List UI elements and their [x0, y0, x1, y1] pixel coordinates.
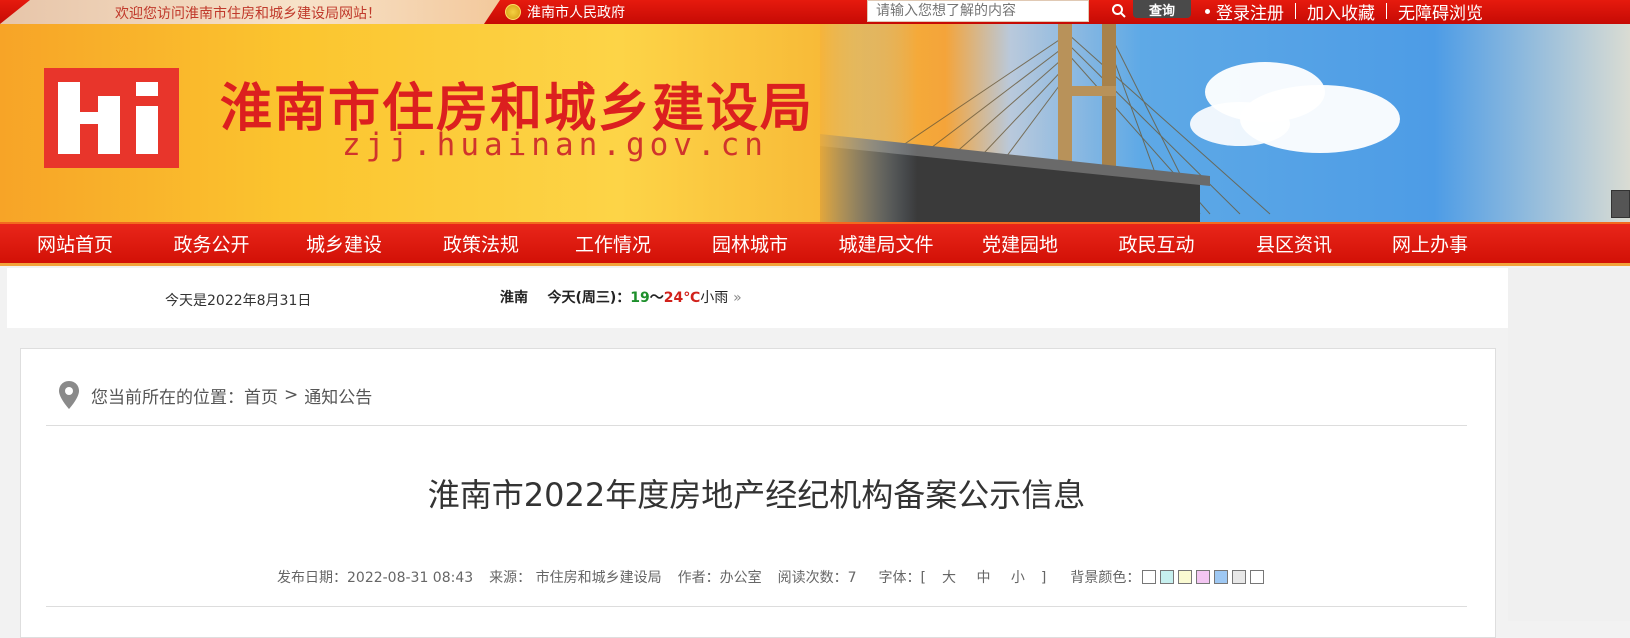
article-author: 作者：办公室 [677, 570, 762, 586]
article-title: 淮南市2022年度房地产经纪机构备案公示信息 [427, 476, 1086, 514]
font-small-link[interactable]: 小 [1011, 570, 1025, 586]
divider [46, 425, 1467, 426]
nav-item-interaction[interactable]: 政民互动 [1089, 230, 1224, 257]
font-medium-link[interactable]: 中 [976, 570, 990, 586]
bg-swatch[interactable] [1142, 570, 1157, 584]
divider [46, 606, 1467, 607]
search-button[interactable]: 查询 [1133, 0, 1191, 19]
breadcrumb-separator: > [284, 385, 299, 405]
weather-high: 24℃ [663, 290, 701, 306]
location-pin-icon [59, 381, 79, 409]
info-bar: 今天是2022年8月31日 淮南 今天(周三)：19～24℃小雨 » [7, 268, 1508, 328]
login-register-link[interactable]: 登录注册 [1216, 0, 1284, 24]
national-emblem-icon [505, 4, 521, 20]
bg-swatch[interactable] [1232, 570, 1247, 584]
read-count: 阅读次数：7 [777, 570, 857, 586]
divider [1295, 3, 1296, 19]
divider [1386, 3, 1387, 19]
bg-swatch[interactable] [1178, 570, 1193, 584]
bridge-image [820, 24, 1630, 222]
weather-city: 淮南 [500, 290, 528, 306]
accessibility-link[interactable]: 无障碍浏览 [1398, 0, 1483, 24]
nav-item-garden-city[interactable]: 园林城市 [679, 230, 821, 257]
weather-today: 今天(周三)： [547, 290, 631, 306]
nav-item-home[interactable]: 网站首页 [0, 230, 150, 257]
nav-item-policies[interactable]: 政策法规 [415, 230, 547, 257]
bg-swatch[interactable] [1214, 570, 1229, 584]
breadcrumb-current[interactable]: 通知公告 [304, 383, 372, 408]
publish-date: 发布日期：2022-08-31 08:43 [277, 570, 474, 586]
breadcrumb-prefix: 您当前所在的位置： [91, 387, 244, 408]
bg-color-swatches [1142, 570, 1265, 584]
nav-item-bureau-docs[interactable]: 城建局文件 [821, 230, 951, 257]
bg-color-label: 背景颜色： [1070, 570, 1141, 586]
header-banner: 淮南市住房和城乡建设局 zjj.huainan.gov.cn [0, 24, 1630, 222]
article-meta: 发布日期：2022-08-31 08:43 来源： 市住房和城乡建设局 作者：办… [277, 567, 1265, 587]
font-large-link[interactable]: 大 [942, 570, 956, 586]
site-domain: zjj.huainan.gov.cn [342, 127, 768, 163]
nav-item-party[interactable]: 党建园地 [951, 230, 1089, 257]
nav-item-online-service[interactable]: 网上办事 [1364, 230, 1496, 257]
bg-swatch[interactable] [1196, 570, 1211, 584]
article-source: 来源： 市住房和城乡建设局 [489, 570, 662, 586]
weather-low: 19 [630, 290, 650, 306]
bullet-icon [1205, 8, 1210, 14]
main-nav: 网站首页 政务公开 城乡建设 政策法规 工作情况 园林城市 城建局文件 党建园地… [0, 222, 1630, 266]
today-date: 今天是2022年8月31日 [165, 293, 312, 309]
gov-link-label: 淮南市人民政府 [527, 5, 625, 21]
add-favorite-link[interactable]: 加入收藏 [1307, 0, 1375, 24]
welcome-text: 欢迎您访问淮南市住房和城乡建设局网站！ [115, 6, 381, 22]
nav-item-urban-rural[interactable]: 城乡建设 [273, 230, 415, 257]
nav-item-work[interactable]: 工作情况 [547, 230, 679, 257]
font-size-close: ] [1040, 570, 1047, 586]
search-input[interactable] [867, 0, 1089, 22]
nav-item-gov-affairs[interactable]: 政务公开 [150, 230, 273, 257]
weather-more-icon[interactable]: » [733, 290, 742, 306]
nav-item-county-news[interactable]: 县区资讯 [1224, 230, 1364, 257]
font-size-label: 字体：[ [878, 570, 927, 586]
top-links: 登录注册 加入收藏 无障碍浏览 [1205, 0, 1483, 24]
gov-link[interactable]: 淮南市人民政府 [505, 2, 625, 22]
top-bar: 欢迎您访问淮南市住房和城乡建设局网站！ 淮南市人民政府 查询 登录注册 加入收藏… [0, 0, 1630, 24]
weather-tilde: ～ [649, 290, 664, 306]
search-icon[interactable] [1107, 1, 1131, 21]
breadcrumb: 您当前所在的位置： 首页 > 通知公告 [58, 380, 372, 410]
side-scroll-handle[interactable] [1611, 190, 1630, 218]
welcome-banner: 欢迎您访问淮南市住房和城乡建设局网站！ [0, 0, 500, 24]
bg-swatch[interactable] [1160, 570, 1175, 584]
weather-widget[interactable]: 淮南 今天(周三)：19～24℃小雨 » [500, 287, 742, 307]
breadcrumb-home[interactable]: 首页 [244, 383, 278, 408]
font-size-control: 字体：[ 大 中 小] [879, 567, 1063, 587]
bg-swatch[interactable] [1250, 570, 1265, 584]
weather-condition: 小雨 [700, 290, 729, 306]
bureau-logo [44, 68, 179, 168]
right-margin [1508, 268, 1630, 621]
